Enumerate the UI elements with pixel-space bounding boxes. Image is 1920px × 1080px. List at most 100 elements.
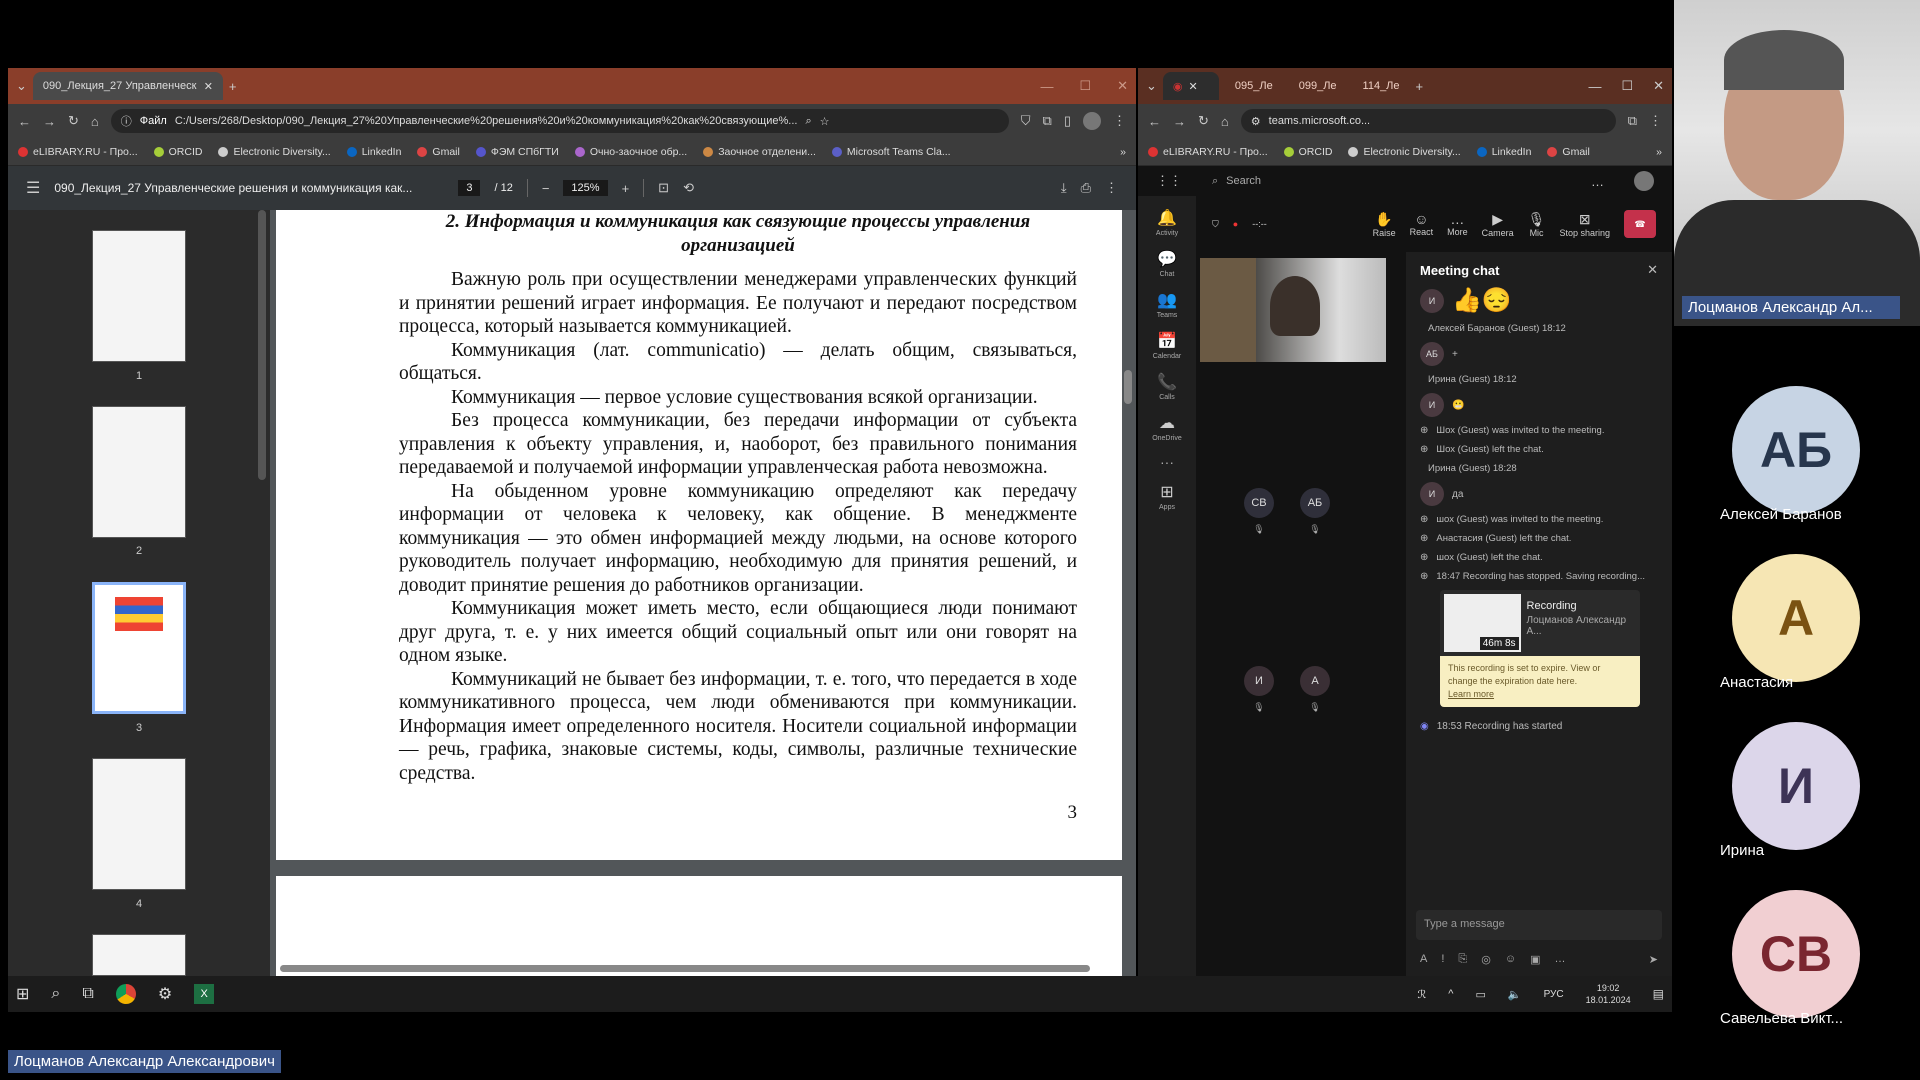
left-bookmark-8[interactable]: Microsoft Teams Cla... — [831, 146, 951, 158]
zoom-in-icon[interactable]: + — [622, 181, 630, 196]
left-bookmark-0[interactable]: eLIBRARY.RU - Про... — [18, 146, 138, 158]
input-language[interactable]: РУС — [1544, 989, 1564, 1000]
right-menu-icon[interactable]: ⋮ — [1649, 113, 1662, 129]
leave-call-button[interactable]: ☎ — [1624, 210, 1656, 238]
bookmarks-overflow-icon[interactable]: » — [1120, 146, 1126, 158]
thumbnail-page-5[interactable] — [92, 934, 186, 976]
pdf-more-icon[interactable]: ⋮ — [1105, 180, 1118, 196]
rail-activity[interactable]: 🔔 Activity — [1138, 208, 1196, 237]
right-bookmark-2[interactable]: Electronic Diversity... — [1348, 146, 1461, 158]
pdf-tab[interactable]: 090_Лекция_27 Управленческ ✕ — [32, 72, 223, 100]
teams-tab-close-icon[interactable]: ✕ — [1189, 80, 1198, 93]
rotate-icon[interactable]: ⟲ — [683, 180, 694, 196]
more-button[interactable]: … More — [1447, 211, 1468, 237]
back-icon[interactable]: ← — [18, 114, 31, 129]
right-extensions-icon[interactable]: ⧉ — [1628, 113, 1637, 129]
address-bar[interactable]: ⓘ Файл C:/Users/268/Desktop/090_Лекция_2… — [110, 109, 1009, 133]
excel-icon[interactable]: X — [194, 984, 215, 1004]
forward-icon[interactable]: → — [43, 114, 56, 129]
participant-tile[interactable]: И 🎙 — [1244, 666, 1274, 713]
right-back-icon[interactable]: ← — [1148, 114, 1161, 129]
minimize-icon[interactable]: — — [1040, 79, 1053, 94]
right-address-bar[interactable]: ⚙ teams.microsoft.co... — [1240, 109, 1616, 133]
right-forward-icon[interactable]: → — [1173, 114, 1186, 129]
right-tab-search-icon[interactable]: ⌄ — [1146, 78, 1157, 94]
mic-button[interactable]: 🎙 Mic — [1528, 211, 1546, 238]
home-icon[interactable]: ⌂ — [91, 114, 99, 129]
stop-sharing-button[interactable]: ⊠ Stop sharing — [1559, 211, 1610, 238]
left-bookmark-5[interactable]: ФЭМ СПбГТИ — [475, 146, 559, 158]
participant-avatar-large[interactable]: А — [1732, 554, 1860, 682]
tab-search-icon[interactable]: ⌄ — [16, 78, 27, 94]
message-compose-box[interactable]: Type a message — [1416, 910, 1662, 940]
left-bookmark-1[interactable]: ORCID — [153, 146, 202, 158]
teams-more-icon[interactable]: … — [1591, 174, 1604, 189]
rail-calendar[interactable]: 📅 Calendar — [1138, 331, 1196, 360]
left-bookmark-2[interactable]: Electronic Diversity... — [218, 146, 331, 158]
notification-icon[interactable]: ▤ — [1653, 987, 1664, 1001]
profile-avatar[interactable] — [1083, 112, 1101, 130]
emoji-icon[interactable]: ☺ — [1505, 953, 1516, 966]
zoom-input[interactable]: 125% — [563, 180, 608, 196]
thumbnail-page-4[interactable] — [92, 758, 186, 890]
bookmarks-overflow-icon[interactable]: » — [1656, 146, 1662, 158]
participant-avatar-large[interactable]: АБ — [1732, 386, 1860, 514]
taskbar-search-icon[interactable]: ⌕ — [51, 985, 60, 1003]
rail-onedrive[interactable]: ☁ OneDrive — [1138, 413, 1196, 442]
teams-user-avatar[interactable] — [1634, 171, 1654, 191]
right-bookmark-0[interactable]: eLIBRARY.RU - Про... — [1148, 146, 1268, 158]
priority-icon[interactable]: ! — [1441, 953, 1444, 966]
app-icon[interactable]: ⚙ — [158, 984, 172, 1004]
camera-button[interactable]: ▶ Camera — [1482, 211, 1514, 238]
raise-button[interactable]: ✋ Raise — [1373, 211, 1396, 238]
people-icon[interactable]: ℛ — [1418, 988, 1427, 1001]
close-window-icon[interactable]: ✕ — [1117, 78, 1128, 94]
download-icon[interactable]: ⤓ — [1061, 180, 1067, 196]
participant-avatar-large[interactable]: И — [1732, 722, 1860, 850]
rail-more-icon[interactable]: ··· — [1138, 454, 1196, 470]
right-bookmark-1[interactable]: ORCID — [1283, 146, 1332, 158]
app-launcher-icon[interactable]: ⋮⋮ — [1156, 173, 1182, 189]
participant-tile[interactable]: СВ 🎙 — [1244, 488, 1274, 535]
network-icon[interactable]: ▭ — [1475, 988, 1485, 1001]
thumbnail-page-1[interactable] — [92, 230, 186, 362]
zoom-icon[interactable]: ⌕ — [805, 115, 811, 128]
recording-card[interactable]: 46m 8s Recording Лоцманов Александр А...… — [1440, 590, 1640, 707]
print-icon[interactable]: ⎙ — [1081, 180, 1091, 196]
tray-chevron-icon[interactable]: ^ — [1448, 988, 1453, 1000]
send-icon[interactable]: ➤ — [1649, 953, 1658, 966]
rail-apps[interactable]: ⊞ Apps — [1138, 482, 1196, 511]
close-tab-icon[interactable]: ✕ — [204, 80, 213, 93]
vertical-scrollbar[interactable] — [1124, 370, 1132, 404]
volume-icon[interactable]: 🔈 — [1508, 988, 1522, 1001]
right-reload-icon[interactable]: ↻ — [1198, 113, 1209, 129]
fit-page-icon[interactable]: ⊡ — [658, 180, 669, 196]
participant-tile[interactable]: А 🎙 — [1300, 666, 1330, 713]
left-bookmark-4[interactable]: Gmail — [417, 146, 460, 158]
taskbar-clock[interactable]: 19:02 18.01.2024 — [1586, 982, 1631, 1006]
rail-chat[interactable]: 💬 Chat — [1138, 249, 1196, 278]
task-view-icon[interactable]: ⧉ — [82, 985, 93, 1003]
participant-tile[interactable]: АБ 🎙 — [1300, 488, 1330, 535]
chat-close-icon[interactable]: ✕ — [1647, 262, 1658, 278]
right-close-window-icon[interactable]: ✕ — [1653, 78, 1664, 94]
new-tab-icon[interactable]: + — [229, 79, 237, 94]
rail-teams[interactable]: 👥 Teams — [1138, 290, 1196, 319]
maximize-icon[interactable]: ☐ — [1079, 78, 1091, 94]
start-icon[interactable]: ⊞ — [16, 984, 29, 1004]
sidepanel-icon[interactable]: ▯ — [1064, 113, 1071, 129]
gif-icon[interactable]: ▣ — [1530, 953, 1540, 966]
participant-avatar-large[interactable]: СВ — [1732, 890, 1860, 1018]
left-bookmark-6[interactable]: Очно-заочное обр... — [574, 146, 687, 158]
teams-search[interactable]: ⌕ Search — [1212, 175, 1561, 188]
loop-icon[interactable]: ◎ — [1481, 953, 1491, 966]
extension-shield-icon[interactable]: ⛉ — [1021, 113, 1031, 129]
thumbnail-page-2[interactable] — [92, 406, 186, 538]
thumbnail-scrollbar[interactable] — [258, 210, 266, 480]
react-button[interactable]: ☺ React — [1410, 211, 1434, 237]
chrome-icon[interactable] — [115, 984, 136, 1004]
tab-095[interactable]: 095_Ле — [1225, 72, 1283, 100]
tab-114[interactable]: 114_Ле — [1353, 72, 1410, 100]
page-number-input[interactable]: 3 — [458, 180, 481, 196]
reload-icon[interactable]: ↻ — [68, 113, 79, 129]
